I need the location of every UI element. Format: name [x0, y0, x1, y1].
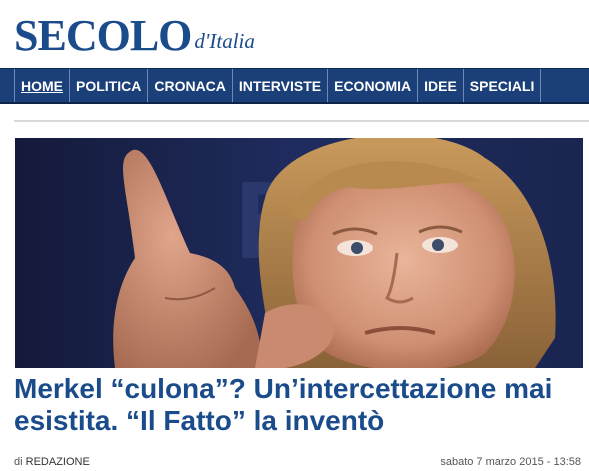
nav-item-interviste[interactable]: INTERVISTE	[233, 69, 329, 102]
nav-item-politica[interactable]: POLITICA	[70, 69, 149, 102]
logo-main-text: SECOLO	[14, 11, 192, 60]
logo-sub-text: d'Italia	[194, 29, 255, 53]
nav-item-cronaca[interactable]: CRONACA	[148, 69, 233, 102]
article-hero-image[interactable]: ENE	[15, 138, 583, 368]
main-nav: HOME POLITICA CRONACA INTERVISTE ECONOMI…	[0, 68, 589, 104]
nav-item-economia[interactable]: ECONOMIA	[328, 69, 419, 102]
nav-item-home[interactable]: HOME	[14, 69, 70, 102]
byline-prefix: di	[14, 456, 23, 468]
site-logo[interactable]: SECOLO d'Italia	[14, 6, 255, 58]
header-divider	[14, 120, 589, 122]
nav-item-speciali[interactable]: SPECIALI	[464, 69, 542, 102]
nav-item-idee[interactable]: IDEE	[418, 69, 464, 102]
article-date: sabato 7 marzo 2015 - 13:58	[440, 456, 581, 468]
article-headline[interactable]: Merkel “culona”? Un’intercettazione mai …	[14, 373, 586, 437]
article-byline: di REDAZIONE	[14, 456, 90, 468]
author-name[interactable]: REDAZIONE	[26, 456, 90, 468]
